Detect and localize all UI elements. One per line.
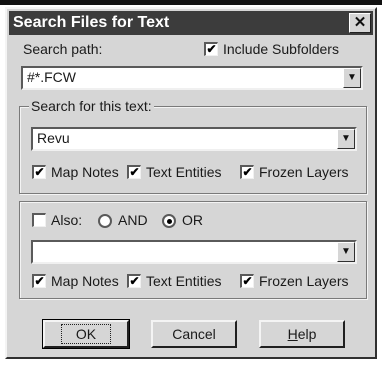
dialog-title: Search Files for Text bbox=[13, 14, 170, 31]
search-text-group: Search for this text: Revu ▼ ✔ Map Notes… bbox=[19, 98, 367, 194]
search-text-combo[interactable]: Revu ▼ bbox=[31, 127, 357, 151]
close-button[interactable]: ✕ bbox=[349, 13, 371, 33]
check-icon: ✔ bbox=[129, 165, 140, 179]
map-notes-label: Map Notes bbox=[51, 164, 119, 180]
also-text-entities-label: Text Entities bbox=[146, 273, 222, 289]
or-label: OR bbox=[182, 212, 203, 228]
search-path-label: Search path: bbox=[23, 41, 103, 57]
and-radio[interactable] bbox=[98, 214, 112, 228]
or-radio[interactable] bbox=[162, 214, 176, 228]
help-button[interactable]: Help bbox=[259, 320, 345, 348]
and-label: AND bbox=[118, 212, 148, 228]
chevron-down-icon[interactable]: ▼ bbox=[343, 68, 361, 88]
ok-button[interactable]: OK bbox=[42, 319, 130, 349]
text-entities-label: Text Entities bbox=[146, 164, 222, 180]
frozen-layers-label: Frozen Layers bbox=[259, 164, 349, 180]
search-path-value: #*.FCW bbox=[27, 69, 76, 85]
close-icon: ✕ bbox=[353, 14, 367, 31]
also-text-combo[interactable]: ▼ bbox=[31, 240, 357, 264]
also-checkbox[interactable] bbox=[32, 213, 46, 227]
also-text-entities-checkbox[interactable]: ✔ bbox=[127, 274, 141, 288]
help-button-mnemonic: H bbox=[287, 326, 298, 342]
also-frozen-layers-label: Frozen Layers bbox=[259, 273, 349, 289]
check-icon: ✔ bbox=[34, 165, 45, 179]
also-map-notes-label: Map Notes bbox=[51, 273, 119, 289]
check-icon: ✔ bbox=[34, 274, 45, 288]
also-map-notes-checkbox[interactable]: ✔ bbox=[32, 274, 46, 288]
map-notes-checkbox[interactable]: ✔ bbox=[32, 165, 46, 179]
check-icon: ✔ bbox=[129, 274, 140, 288]
check-icon: ✔ bbox=[206, 42, 217, 56]
search-text-group-title: Search for this text: bbox=[29, 98, 154, 114]
include-subfolders-label: Include Subfolders bbox=[223, 41, 339, 57]
title-bar: Search Files for Text ✕ bbox=[9, 11, 373, 35]
chevron-down-icon[interactable]: ▼ bbox=[337, 129, 355, 149]
check-icon: ✔ bbox=[242, 165, 253, 179]
radio-selected-dot bbox=[167, 219, 172, 224]
ok-button-label: OK bbox=[60, 324, 112, 344]
search-path-combo[interactable]: #*.FCW ▼ bbox=[21, 66, 363, 90]
also-frozen-layers-checkbox[interactable]: ✔ bbox=[240, 274, 254, 288]
text-entities-checkbox[interactable]: ✔ bbox=[127, 165, 141, 179]
chevron-down-icon[interactable]: ▼ bbox=[337, 242, 355, 262]
also-label: Also: bbox=[51, 212, 83, 228]
frozen-layers-checkbox[interactable]: ✔ bbox=[240, 165, 254, 179]
check-icon: ✔ bbox=[242, 274, 253, 288]
search-files-dialog: Search Files for Text ✕ Search path: ✔ I… bbox=[5, 7, 377, 359]
help-button-label: elp bbox=[297, 326, 317, 342]
scan-edge-bar bbox=[0, 0, 382, 5]
include-subfolders-checkbox[interactable]: ✔ bbox=[204, 42, 218, 56]
cancel-button-label: Cancel bbox=[172, 326, 216, 342]
also-group: Also: AND OR ▼ ✔ Map Notes ✔ Text Entiti… bbox=[19, 201, 367, 299]
search-text-value: Revu bbox=[37, 130, 70, 146]
cancel-button[interactable]: Cancel bbox=[151, 320, 237, 348]
